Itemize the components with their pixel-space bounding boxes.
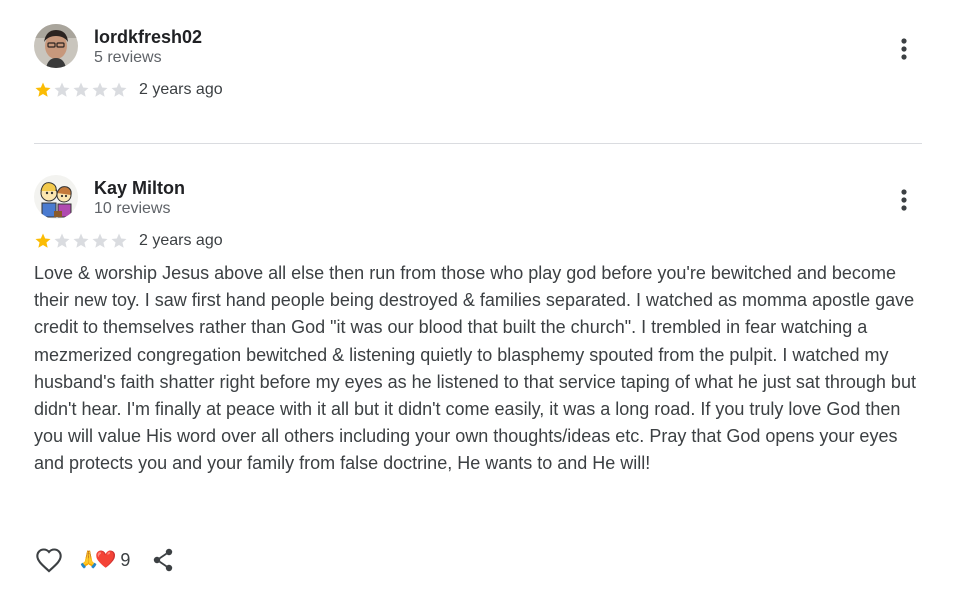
reviews-panel: lordkfresh02 5 reviews 2 years ago Kay M… [0, 0, 974, 598]
star-filled-icon [35, 82, 51, 97]
star-empty-icon [111, 233, 127, 248]
star-empty-icon [73, 233, 89, 248]
like-button[interactable] [34, 545, 64, 575]
reviewer-review-count: 5 reviews [94, 49, 162, 66]
heart-outline-icon [36, 548, 62, 573]
review-header: Kay Milton 10 reviews [34, 175, 922, 223]
reviewer-info: lordkfresh02 5 reviews [94, 26, 202, 68]
review-card: Kay Milton 10 reviews 2 years ago Love &… [34, 175, 922, 478]
more-vert-icon [901, 38, 907, 60]
star-empty-icon [92, 233, 108, 248]
review-date: 2 years ago [139, 232, 223, 249]
star-empty-icon [54, 82, 70, 97]
avatar[interactable] [34, 24, 78, 68]
share-button[interactable] [150, 545, 176, 575]
more-options-button[interactable] [892, 185, 916, 215]
star-rating [34, 232, 129, 250]
star-empty-icon [111, 82, 127, 97]
reaction-emoji: 🙏❤️ [78, 550, 116, 569]
star-empty-icon [54, 233, 70, 248]
review-card: lordkfresh02 5 reviews 2 years ago [34, 24, 922, 101]
reactions-summary[interactable]: 🙏❤️ 9 [78, 550, 130, 571]
more-options-button[interactable] [892, 34, 916, 64]
review-header: lordkfresh02 5 reviews [34, 24, 922, 72]
review-text: Love & worship Jesus above all else then… [34, 263, 916, 474]
share-icon [154, 548, 173, 572]
star-empty-icon [92, 82, 108, 97]
review-date: 2 years ago [139, 81, 223, 98]
avatar-cartoon-icon [34, 175, 78, 219]
rating-row: 2 years ago [34, 230, 922, 252]
star-empty-icon [73, 82, 89, 97]
star-rating [34, 81, 129, 99]
reaction-count: 9 [120, 549, 131, 570]
more-vert-icon [901, 189, 907, 211]
rating-row: 2 years ago [34, 79, 922, 101]
reviewer-info: Kay Milton 10 reviews [94, 177, 185, 219]
avatar[interactable] [34, 175, 78, 219]
reviewer-name[interactable]: Kay Milton [94, 177, 185, 199]
reviewer-name[interactable]: lordkfresh02 [94, 26, 202, 48]
star-filled-icon [35, 233, 51, 248]
review-divider [34, 143, 922, 144]
reviewer-review-count: 10 reviews [94, 200, 171, 217]
review-actions: 🙏❤️ 9 [34, 544, 176, 576]
avatar-photo-icon [34, 24, 78, 68]
